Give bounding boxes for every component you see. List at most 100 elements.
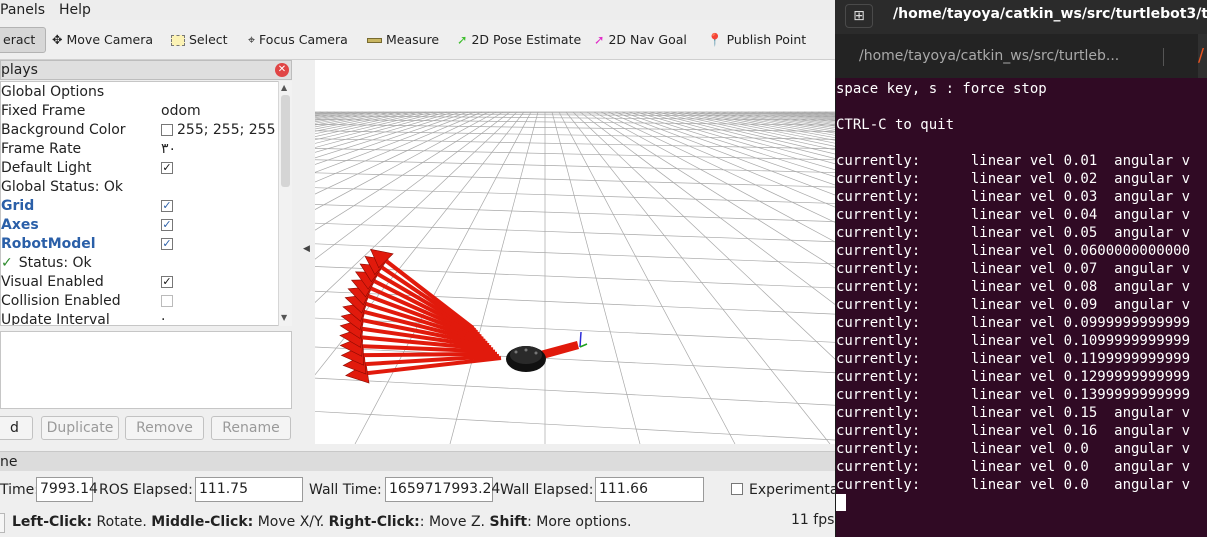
displays-title: plays: [1, 62, 38, 78]
terminal-tab[interactable]: /home/tayoya/catkin_ws/src/turtleb...: [859, 48, 1119, 64]
wall-elapsed-field[interactable]: 111.66: [595, 477, 704, 502]
tree-row-background-color[interactable]: Background Color 255; 255; 255: [1, 121, 281, 140]
measure-button[interactable]: Measure: [367, 27, 439, 53]
rename-button[interactable]: Rename: [211, 416, 291, 440]
tree-row-visual-enabled[interactable]: Visual Enabled ✓: [1, 273, 281, 292]
terminal-line: currently: linear vel 0.0 angular v: [836, 459, 1191, 475]
terminal-line: currently: linear vel 0.1099999999999: [836, 333, 1191, 349]
nav-goal-label: 2D Nav Goal: [608, 32, 687, 47]
interact-label: eract: [3, 32, 36, 47]
left-click-action: Rotate.: [92, 514, 152, 530]
focus-camera-button[interactable]: ⌖ Focus Camera: [248, 27, 348, 53]
menu-help[interactable]: Help: [59, 0, 91, 20]
terminal-line: currently: linear vel 0.09 angular v: [836, 297, 1191, 313]
displays-tree: Global Options Fixed Frame odom Backgroun…: [0, 81, 292, 326]
row-label: Update Interval: [1, 312, 110, 326]
robot-model-checkbox[interactable]: ✓: [161, 238, 173, 250]
status-hint: Left-Click: Rotate. Middle-Click: Move X…: [12, 509, 631, 535]
select-box-icon: [171, 34, 185, 46]
close-icon[interactable]: ✕: [275, 63, 289, 77]
right-click-key: Right-Click:: [328, 514, 420, 530]
terminal-line: currently: linear vel 0.03 angular v: [836, 189, 1191, 205]
tree-row-frame-rate[interactable]: Frame Rate ٣٠: [1, 140, 281, 159]
tree-row-default-light[interactable]: Default Light ✓: [1, 159, 281, 178]
move-camera-button[interactable]: ✥ Move Camera: [52, 27, 153, 53]
tree-row-global-options[interactable]: Global Options: [1, 83, 281, 102]
grid-checkbox[interactable]: ✓: [161, 200, 173, 212]
tree-row-update-interval[interactable]: Update Interval ·: [1, 311, 281, 326]
wall-time-field[interactable]: 1659717993.24: [385, 477, 500, 502]
terminal-line: currently: linear vel 0.0600000000000: [836, 243, 1191, 259]
select-label: Select: [189, 32, 228, 47]
axes-checkbox[interactable]: ✓: [161, 219, 173, 231]
terminal-line: currently: linear vel 0.0 angular v: [836, 477, 1191, 493]
default-light-checkbox[interactable]: ✓: [161, 162, 173, 174]
menu-panels[interactable]: Panels: [0, 0, 45, 20]
magenta-arrow-icon: ➚: [594, 32, 605, 47]
focus-camera-label: Focus Camera: [259, 32, 348, 47]
status-ok-label: Status: Ok: [18, 255, 92, 271]
terminal-window-title: /home/tayoya/catkin_ws/src/turtlebot3/tu…: [893, 6, 1207, 22]
duplicate-button[interactable]: Duplicate: [41, 416, 119, 440]
menu-bar: [0, 0, 835, 20]
ros-elapsed-label: ROS Elapsed:: [99, 482, 193, 498]
row-label: Axes: [1, 217, 39, 233]
middle-click-key: Middle-Click:: [151, 514, 254, 530]
terminal-line: currently: linear vel 0.07 angular v: [836, 261, 1191, 277]
scroll-up-icon[interactable]: ▲: [281, 83, 287, 92]
row-label: Frame Rate: [1, 141, 82, 157]
terminal-tab-bar: /home/tayoya/catkin_ws/src/turtleb...: [835, 34, 1207, 78]
scroll-down-icon[interactable]: ▼: [281, 313, 287, 322]
measure-label: Measure: [386, 32, 440, 47]
active-tab-edge[interactable]: /: [1198, 34, 1207, 78]
reset-button[interactable]: [0, 513, 5, 533]
shift-key: Shift: [489, 514, 528, 530]
green-arrow-icon: ➚: [457, 32, 468, 47]
tree-row-global-status[interactable]: Global Status: Ok: [1, 178, 281, 197]
add-button[interactable]: d: [0, 416, 33, 440]
terminal-line: currently: linear vel 0.0999999999999: [836, 315, 1191, 331]
render-view[interactable]: [315, 60, 835, 444]
publish-point-button[interactable]: 📍 Publish Point: [707, 27, 806, 53]
ros-elapsed-field[interactable]: 111.75: [195, 477, 303, 502]
tree-row-status-ok[interactable]: ✓ Status: Ok: [1, 254, 281, 273]
row-label: Global Status: Ok: [1, 179, 124, 195]
new-tab-icon[interactable]: ⊞: [845, 4, 873, 28]
select-button[interactable]: Select: [171, 27, 228, 53]
tree-row-robot-model[interactable]: RobotModel ✓: [1, 235, 281, 254]
robot-model: [506, 346, 546, 372]
publish-point-label: Publish Point: [726, 32, 807, 47]
row-label: Global Options: [1, 84, 105, 100]
wall-time-label: Wall Time:: [309, 482, 382, 498]
3d-viewport[interactable]: [315, 60, 835, 444]
collapse-arrow-icon[interactable]: ◀: [303, 244, 310, 254]
ros-time-field[interactable]: 7993.14: [36, 477, 98, 502]
panel-splitter[interactable]: ◀: [292, 60, 314, 445]
interact-tool-button[interactable]: eract: [0, 27, 46, 53]
tree-scrollbar[interactable]: ▲ ▼: [278, 81, 292, 326]
remove-button[interactable]: Remove: [125, 416, 204, 440]
background-color-value[interactable]: 255; 255; 255: [161, 121, 276, 140]
tree-row-fixed-frame[interactable]: Fixed Frame odom: [1, 102, 281, 121]
tree-row-axes[interactable]: Axes ✓: [1, 216, 281, 235]
tree-row-collision-enabled[interactable]: Collision Enabled: [1, 292, 281, 311]
terminal-line: currently: linear vel 0.0 angular v: [836, 441, 1191, 457]
collision-enabled-checkbox[interactable]: [161, 295, 173, 307]
update-interval-value[interactable]: ·: [161, 311, 165, 325]
ros-time-label: Time:: [0, 482, 39, 498]
experimental-label: Experimenta: [749, 482, 839, 498]
fixed-frame-value[interactable]: odom: [161, 102, 201, 121]
terminal-line: CTRL-C to quit: [836, 117, 955, 133]
nav-goal-button[interactable]: ➚ 2D Nav Goal: [594, 27, 687, 53]
pose-estimate-button[interactable]: ➚ 2D Pose Estimate: [457, 27, 581, 53]
visual-enabled-checkbox[interactable]: ✓: [161, 276, 173, 288]
experimental-checkbox[interactable]: [731, 483, 743, 495]
tree-row-grid[interactable]: Grid ✓: [1, 197, 281, 216]
terminal-line: currently: linear vel 0.1199999999999: [836, 351, 1191, 367]
left-click-key: Left-Click:: [12, 514, 93, 530]
shift-action: : More options.: [527, 514, 632, 530]
frame-rate-value[interactable]: ٣٠: [161, 140, 176, 159]
scroll-thumb[interactable]: [281, 95, 290, 187]
terminal-line: currently: linear vel 0.05 angular v: [836, 225, 1191, 241]
ruler-icon: [367, 37, 382, 43]
